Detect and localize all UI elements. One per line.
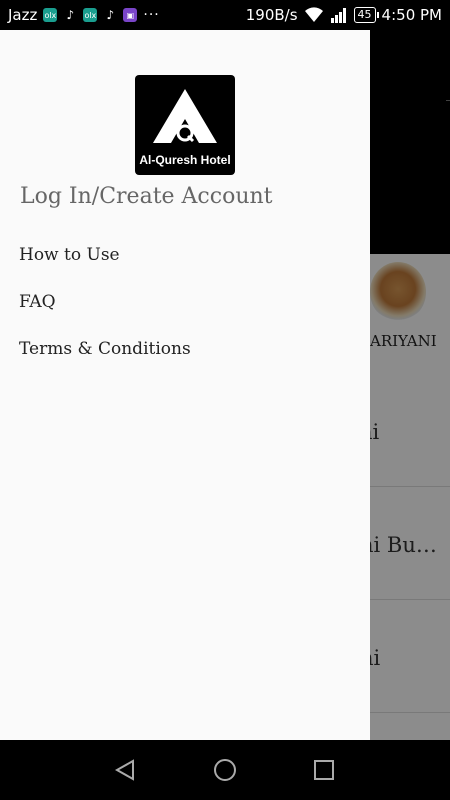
tiktok-icon: ♪: [63, 8, 78, 22]
navigation-bar: [0, 740, 450, 800]
status-left: Jazz olx ♪ olx ♪ ▣ ···: [8, 0, 160, 30]
signal-icon: [330, 8, 346, 23]
login-create-account-link[interactable]: Log In/Create Account: [20, 184, 273, 209]
carrier-label: Jazz: [8, 6, 38, 24]
back-icon[interactable]: [111, 756, 139, 784]
menu-item-terms-conditions[interactable]: Terms & Conditions: [19, 339, 191, 359]
olx-icon: olx: [83, 8, 98, 22]
gallery-icon: ▣: [123, 8, 138, 22]
tiktok-icon: ♪: [103, 8, 118, 22]
wifi-icon: [304, 7, 323, 23]
navigation-drawer: Al-Quresh Hotel Log In/Create Account Ho…: [0, 30, 370, 740]
status-bar: Jazz olx ♪ olx ♪ ▣ ··· 190B/s 45 4:50 PM: [0, 0, 450, 30]
olx-icon: olx: [43, 8, 58, 22]
logo-text: Al-Quresh Hotel: [139, 153, 231, 167]
menu-item-how-to-use[interactable]: How to Use: [19, 245, 120, 265]
clock: 4:50 PM: [381, 6, 442, 24]
home-icon[interactable]: [211, 756, 239, 784]
recents-icon[interactable]: [310, 756, 338, 784]
hotel-logo: Al-Quresh Hotel: [135, 75, 235, 175]
network-speed: 190B/s: [245, 6, 298, 24]
status-right: 190B/s 45 4:50 PM: [246, 0, 442, 30]
menu-item-faq[interactable]: FAQ: [19, 292, 56, 312]
more-notifications-icon: ···: [143, 7, 160, 23]
battery-icon: 45: [353, 7, 379, 23]
